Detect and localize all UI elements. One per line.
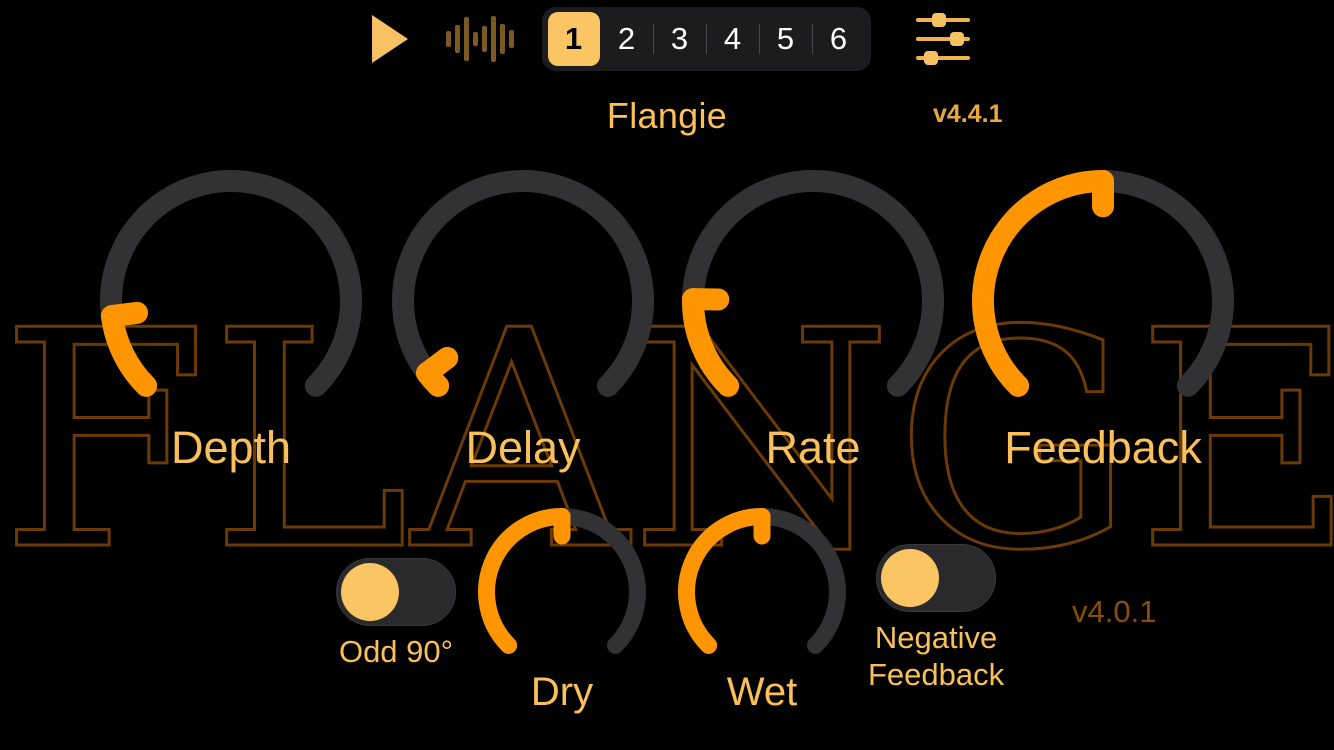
sliders-icon-row [915,51,970,65]
settings-button[interactable] [909,6,977,72]
preset-button-3[interactable]: 3 [654,12,706,66]
switch-odd90[interactable] [336,558,456,626]
switch-negative_feedback[interactable] [876,544,997,612]
preset-button-4[interactable]: 4 [707,12,759,66]
knob-value-arc [478,508,571,654]
switch-label-negative_feedback: Negative Feedback [868,620,1005,692]
knob-dial-delay[interactable] [392,170,654,432]
knob-pointer-tick [416,346,459,385]
waveform-icon-bar [463,17,469,61]
version-label-bottom: v4.0.1 [1072,594,1157,629]
preset-button-1[interactable]: 1 [547,12,600,66]
waveform-icon-bar [481,26,487,52]
knob-track [682,170,944,397]
sliders-icon-row [915,13,970,27]
knob-dial-rate[interactable] [682,170,944,432]
knob-dial-feedback[interactable] [972,170,1234,432]
knob-dry[interactable]: Dry [478,508,646,714]
knob-label-dry: Dry [530,670,594,714]
play-button[interactable] [358,6,422,72]
play-triangle-icon [371,15,408,63]
knob-label-wet: Wet [726,670,798,714]
knob-value-arc [100,305,158,397]
switch-thumb [341,563,399,621]
toggle-negative-feedback[interactable]: Negative Feedback [868,544,1004,693]
knob-label-rate: Rate [765,422,861,473]
knob-label-feedback: Feedback [1004,422,1202,473]
app-title: Flangie [606,95,728,136]
waveform-icon-bar [508,30,514,48]
knob-dial-dry[interactable] [478,508,646,676]
waveform-button[interactable] [444,6,516,72]
toggle-odd-90[interactable]: Odd 90° [336,558,456,671]
knob-delay[interactable]: Delay [392,170,654,473]
preset-button-6[interactable]: 6 [813,12,865,66]
version-label-top: v4.4.1 [933,100,1003,128]
preset-button-5[interactable]: 5 [760,12,812,66]
knob-wet[interactable]: Wet [678,508,846,714]
knob-dial-wet[interactable] [678,508,846,676]
sliders-icon-row [915,32,970,46]
knob-label-delay: Delay [465,422,581,473]
waveform-icon-bar [445,31,451,47]
knob-label-depth: Depth [170,422,292,473]
waveform-icon-bar [472,32,478,46]
switch-label-odd90: Odd 90° [338,634,454,669]
top-toolbar: 123456 [0,0,1334,78]
knob-value-arc [972,170,1114,397]
knob-track [100,170,362,397]
waveform-icon-bar [490,16,496,62]
knob-feedback[interactable]: Feedback [972,170,1234,473]
preset-button-2[interactable]: 2 [601,12,653,66]
waveform-icon-bar [499,24,505,54]
knob-rate[interactable]: Rate [682,170,944,473]
switch-thumb [881,549,940,607]
knob-value-arc [678,508,771,654]
preset-selector[interactable]: 123456 [541,7,871,71]
knob-value-arc [682,288,740,397]
knob-depth[interactable]: Depth [100,170,362,473]
waveform-icon-bar [454,25,460,53]
knob-pointer-tick [100,301,149,328]
knob-dial-depth[interactable] [100,170,362,432]
